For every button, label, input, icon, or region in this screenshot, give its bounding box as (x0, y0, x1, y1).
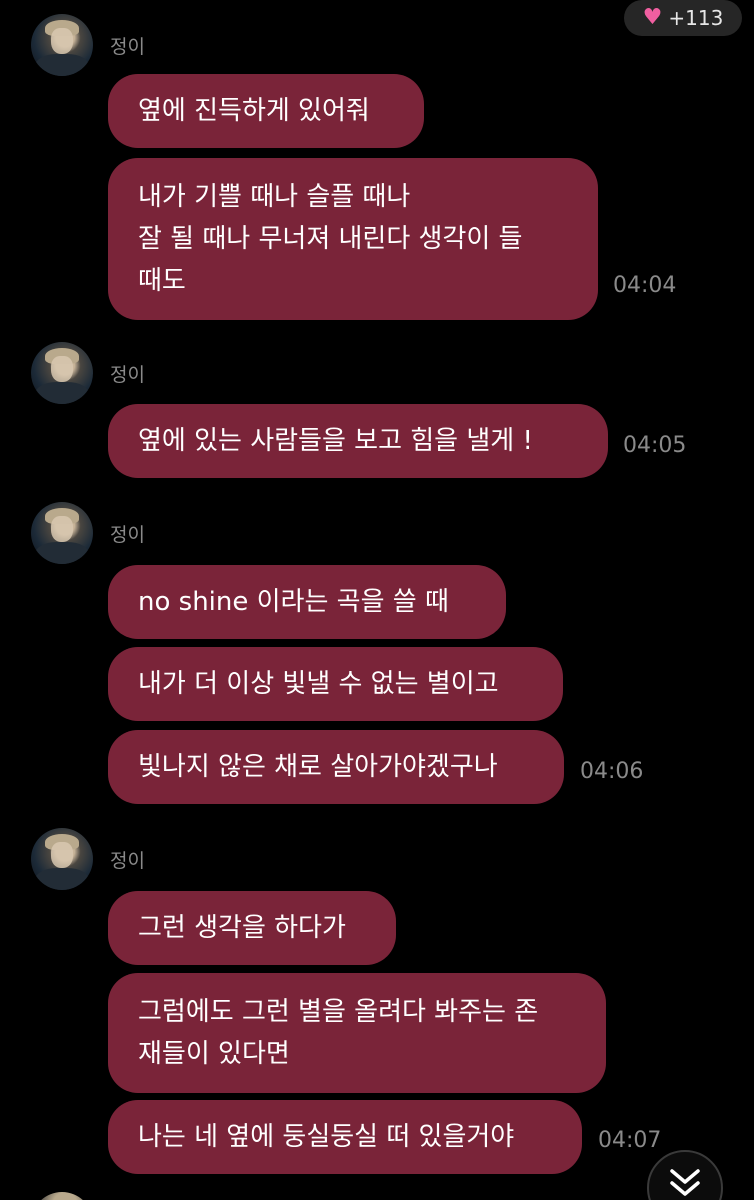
message-text: no shine 이라는 곡을 쓸 때 (138, 587, 449, 617)
message-bubble[interactable]: 그럼에도 그런 별을 올려다 봐주는 존 재들이 있다면 (108, 973, 606, 1093)
avatar[interactable] (31, 502, 93, 564)
message-timestamp: 04:05 (623, 433, 687, 458)
sender-name: 정이 (110, 524, 145, 546)
message-text: 옆에 진득하게 있어줘 (138, 96, 370, 126)
avatar[interactable] (31, 828, 93, 890)
message-text: 그런 생각을 하다가 (138, 913, 346, 943)
double-chevron-down-icon (670, 1169, 700, 1196)
message-text: 빛나지 않은 채로 살아가야겠구나 (138, 752, 498, 782)
scroll-to-bottom-button[interactable] (647, 1150, 723, 1200)
sender-name: 정이 (110, 850, 145, 872)
avatar[interactable] (31, 342, 93, 404)
message-text: 그럼에도 그런 별을 올려다 봐주는 존 (138, 997, 539, 1027)
heart-icon: ♥ (642, 5, 663, 30)
reaction-badge[interactable]: ♥ +113 (624, 0, 742, 36)
message-bubble[interactable]: 빛나지 않은 채로 살아가야겠구나 (108, 730, 564, 804)
avatar[interactable] (31, 1192, 93, 1200)
sender-name: 정이 (110, 36, 145, 58)
chat-screen: ♥ +113 정이 옆에 진득하게 있어줘 내가 기쁠 때나 슬플 때나 잘 될… (0, 0, 754, 1200)
message-bubble[interactable]: 나는 네 옆에 둥실둥실 떠 있을거야 (108, 1100, 582, 1174)
message-bubble[interactable]: 내가 더 이상 빛낼 수 없는 별이고 (108, 647, 563, 721)
message-bubble[interactable]: 옆에 있는 사람들을 보고 힘을 낼게 ! (108, 404, 608, 478)
avatar[interactable] (31, 14, 93, 76)
message-text: 내가 기쁠 때나 슬플 때나 (138, 182, 411, 212)
message-timestamp: 04:06 (580, 759, 644, 784)
message-bubble[interactable]: 옆에 진득하게 있어줘 (108, 74, 424, 148)
message-timestamp: 04:07 (598, 1128, 662, 1153)
message-bubble[interactable]: 그런 생각을 하다가 (108, 891, 396, 965)
message-text: 내가 더 이상 빛낼 수 없는 별이고 (138, 669, 499, 699)
sender-name: 정이 (110, 364, 145, 386)
message-text: 잘 될 때나 무너져 내린다 생각이 들 (138, 224, 523, 254)
message-bubble[interactable]: 내가 기쁠 때나 슬플 때나 잘 될 때나 무너져 내린다 생각이 들 때도 (108, 158, 598, 320)
message-text: 옆에 있는 사람들을 보고 힘을 낼게 ! (138, 426, 533, 456)
reaction-count: +113 (668, 6, 724, 30)
message-text: 나는 네 옆에 둥실둥실 떠 있을거야 (138, 1122, 515, 1152)
message-text: 때도 (138, 266, 186, 296)
message-bubble[interactable]: no shine 이라는 곡을 쓸 때 (108, 565, 506, 639)
message-text: 재들이 있다면 (138, 1039, 290, 1069)
message-timestamp: 04:04 (613, 273, 677, 298)
